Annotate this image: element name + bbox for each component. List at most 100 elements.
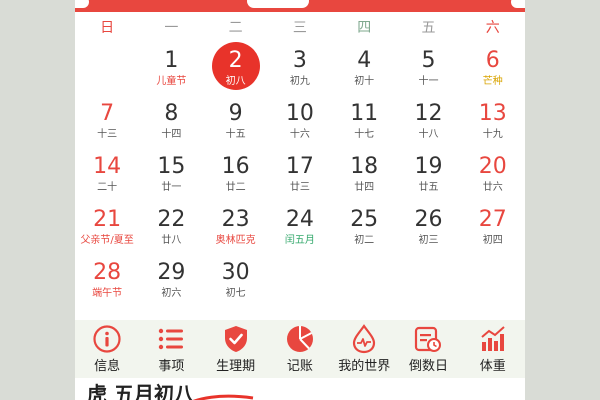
day-number: 25 <box>350 207 379 232</box>
bottom-panel: 虎 五月初八 <box>75 378 525 400</box>
tool-bar: 信息 事项 生理期 记账 我的世界 倒数日 体重 <box>75 320 525 378</box>
day-cell-14[interactable]: 14 二十 <box>75 152 139 205</box>
lunar-label: 初八 <box>225 76 246 87</box>
weekday-header: 日 一 二 三 四 五 六 <box>75 18 525 38</box>
day-number: 1 <box>164 48 179 73</box>
lunar-label: 廿四 <box>354 182 375 193</box>
top-left-control[interactable] <box>75 0 89 8</box>
lunar-label: 十六 <box>289 129 310 140</box>
tool-weight-button[interactable]: 体重 <box>461 320 525 378</box>
lunar-label: 十七 <box>354 129 375 140</box>
day-cell-15[interactable]: 15 廿一 <box>139 152 203 205</box>
day-number: 23 <box>221 207 250 232</box>
tool-events-label: 事项 <box>158 359 185 374</box>
day-cell-23[interactable]: 23 奥林匹克 <box>204 205 268 258</box>
lunar-label: 二十 <box>97 182 118 193</box>
day-cell-8[interactable]: 8 十四 <box>139 99 203 152</box>
tool-period-button[interactable]: 生理期 <box>204 320 268 378</box>
lunar-label: 初三 <box>418 235 439 246</box>
day-number: 14 <box>93 154 122 179</box>
day-cell-11[interactable]: 11 十七 <box>332 99 396 152</box>
day-number: 13 <box>478 101 507 126</box>
day-cell-16[interactable]: 16 廿二 <box>204 152 268 205</box>
day-cell-26[interactable]: 26 初三 <box>396 205 460 258</box>
tool-my-world-button[interactable]: 我的世界 <box>332 320 396 378</box>
lunar-label: 廿八 <box>161 235 182 246</box>
day-cell-7[interactable]: 7 十三 <box>75 99 139 152</box>
pie-chart-icon <box>286 326 313 352</box>
day-number: 19 <box>414 154 443 179</box>
weekday-mon: 一 <box>164 20 179 36</box>
day-cell-22[interactable]: 22 廿八 <box>139 205 203 258</box>
day-number: 21 <box>93 207 122 232</box>
calendar-clock-icon <box>415 326 442 352</box>
day-number: 5 <box>421 48 436 73</box>
day-number: 15 <box>157 154 186 179</box>
calendar-app: 日 一 二 三 四 五 六 1 儿童节 2 初八 3 初九 4 初十 5 十一 6 芒种 7 十三 8 十四 9… <box>75 0 525 400</box>
day-cell-27[interactable]: 27 初四 <box>461 205 525 258</box>
tool-events-button[interactable]: 事项 <box>139 320 203 378</box>
weekday-sat: 六 <box>485 20 500 36</box>
tool-countdown-button[interactable]: 倒数日 <box>396 320 460 378</box>
lunar-label: 奥林匹克 <box>215 235 256 246</box>
lunar-label: 廿五 <box>418 182 439 193</box>
day-number: 30 <box>221 260 250 285</box>
lunar-label: 廿一 <box>161 182 182 193</box>
lunar-label: 初九 <box>289 76 310 87</box>
weekday-wed: 三 <box>292 20 307 36</box>
day-cell-28[interactable]: 28 端午节 <box>75 258 139 311</box>
day-cell-17[interactable]: 17 廿三 <box>268 152 332 205</box>
day-cell-18[interactable]: 18 廿四 <box>332 152 396 205</box>
weekday-tue: 二 <box>228 20 243 36</box>
month-selector-pill[interactable] <box>247 0 309 8</box>
day-number: 6 <box>485 48 500 73</box>
day-cell-12[interactable]: 12 十八 <box>396 99 460 152</box>
day-cell-30[interactable]: 30 初七 <box>204 258 268 311</box>
day-cell-5[interactable]: 5 十一 <box>396 46 460 99</box>
top-bar <box>75 0 525 12</box>
lunar-label: 初四 <box>482 235 503 246</box>
lunar-label: 十八 <box>418 129 439 140</box>
day-cell-1[interactable]: 1 儿童节 <box>139 46 203 99</box>
lunar-label: 十五 <box>225 129 246 140</box>
tool-info-button[interactable]: 信息 <box>75 320 139 378</box>
lunar-label: 初六 <box>161 288 182 299</box>
day-number: 11 <box>350 101 379 126</box>
lunar-label: 廿三 <box>289 182 310 193</box>
day-cell-24[interactable]: 24 闰五月 <box>268 205 332 258</box>
day-number: 2 <box>228 48 243 73</box>
tool-bookkeeping-button[interactable]: 记账 <box>268 320 332 378</box>
shield-check-icon <box>224 326 247 352</box>
day-number: 10 <box>285 101 314 126</box>
day-cell-21[interactable]: 21 父亲节/夏至 <box>75 205 139 258</box>
lunar-label: 端午节 <box>92 288 123 299</box>
day-number: 24 <box>285 207 314 232</box>
day-number: 29 <box>157 260 186 285</box>
lunar-label: 初二 <box>354 235 375 246</box>
weekday-fri: 五 <box>421 20 436 36</box>
top-right-control[interactable] <box>511 0 525 8</box>
day-cell-4[interactable]: 4 初十 <box>332 46 396 99</box>
lunar-label: 初七 <box>225 288 246 299</box>
day-cell-2[interactable]: 2 初八 <box>204 42 268 99</box>
day-number: 28 <box>93 260 122 285</box>
day-cell-10[interactable]: 10 十六 <box>268 99 332 152</box>
day-cell-25[interactable]: 25 初二 <box>332 205 396 258</box>
day-cell-empty <box>75 46 139 99</box>
day-number: 9 <box>228 101 243 126</box>
tool-info-label: 信息 <box>94 359 121 374</box>
weekday-thu: 四 <box>357 20 372 36</box>
tool-period-label: 生理期 <box>216 359 256 374</box>
lunar-label: 初十 <box>354 76 375 87</box>
day-number: 7 <box>100 101 115 126</box>
bar-chart-icon <box>481 326 505 351</box>
day-cell-3[interactable]: 3 初九 <box>268 46 332 99</box>
day-cell-13[interactable]: 13 十九 <box>461 99 525 152</box>
day-cell-19[interactable]: 19 廿五 <box>396 152 460 205</box>
day-cell-6[interactable]: 6 芒种 <box>461 46 525 99</box>
day-cell-9[interactable]: 9 十五 <box>204 99 268 152</box>
lunar-label: 闰五月 <box>284 235 315 246</box>
day-cell-29[interactable]: 29 初六 <box>139 258 203 311</box>
lunar-label: 儿童节 <box>156 76 187 87</box>
day-cell-20[interactable]: 20 廿六 <box>461 152 525 205</box>
